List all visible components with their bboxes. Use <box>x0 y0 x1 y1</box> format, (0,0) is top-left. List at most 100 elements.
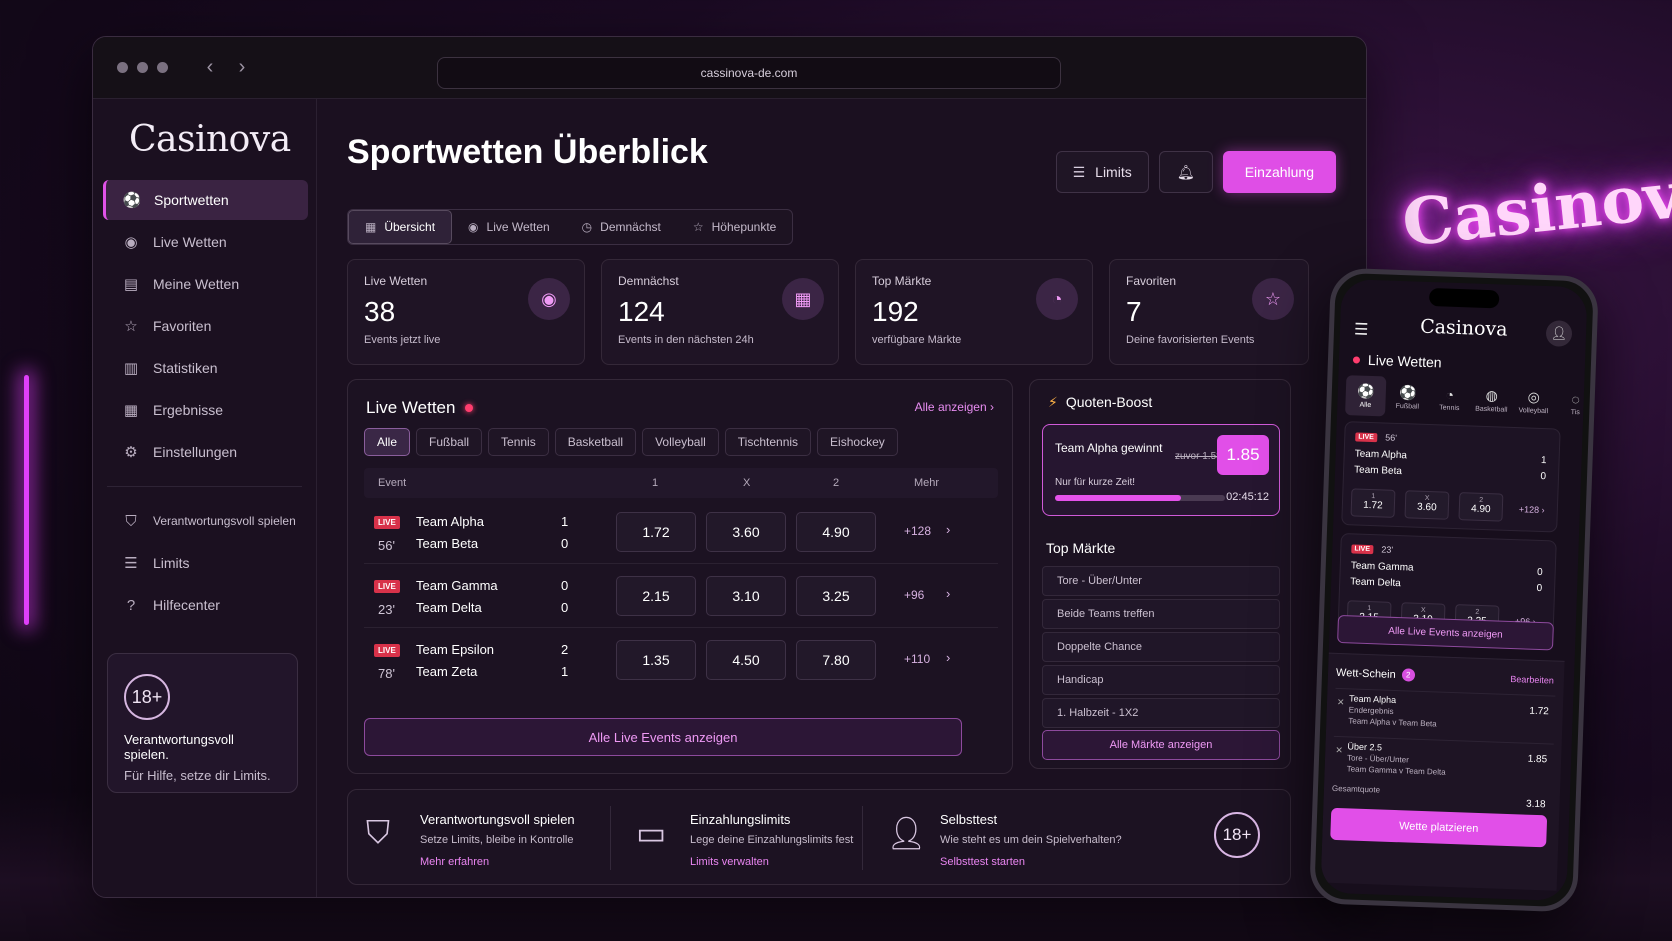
sidebar-item-verantwortungsvoll[interactable]: ⛉ Verantwortungsvoll spielen <box>103 501 308 541</box>
home-team: Team Alpha <box>1354 448 1408 462</box>
odd-button-2[interactable]: 7.80 <box>796 640 876 680</box>
bet-market: Tore - Über/Unter <box>1346 753 1409 765</box>
odd-button-x[interactable]: 3.10 <box>706 576 786 616</box>
edit-bet-slip-link[interactable]: Bearbeiten <box>1510 674 1554 686</box>
place-bet-button[interactable]: Wette platzieren <box>1330 807 1548 848</box>
window-dot[interactable] <box>157 62 168 73</box>
more-markets-link[interactable]: +96 <box>904 588 924 602</box>
more-markets-link[interactable]: +110 <box>904 652 930 666</box>
sport-label: Fußball <box>1395 402 1420 411</box>
odds-boost-card[interactable]: Team Alpha gewinnt zuvor 1.58 1.85 Nur f… <box>1042 424 1280 516</box>
chevron-right-icon[interactable]: › <box>946 650 950 665</box>
phone-sport-fussball[interactable]: ⚽ Fußball <box>1387 377 1428 418</box>
home-score: 1 <box>1540 454 1547 467</box>
sidebar-item-ergebnisse[interactable]: ▦ Ergebnisse <box>103 390 308 430</box>
footer-link-limits[interactable]: Limits verwalten <box>690 856 769 868</box>
more-markets-link[interactable]: +128 › <box>1519 504 1545 515</box>
table-row[interactable]: LIVE 56' Team Alpha Team Beta 1 0 1.72 3… <box>364 500 998 564</box>
table-row[interactable]: LIVE 78' Team Epsilon Team Zeta 2 1 1.35… <box>364 628 998 692</box>
home-score: 2 <box>561 642 569 657</box>
footer-link-selftest[interactable]: Selbsttest starten <box>940 856 1025 868</box>
phone-sport-alle[interactable]: ⚽ Alle <box>1345 375 1387 417</box>
boost-old-odd: zuvor 1.58 <box>1175 451 1222 462</box>
footer-item-deposit-limits: ▭ Einzahlungslimits Lege deine Einzahlun… <box>618 790 858 886</box>
back-icon[interactable]: ‹ <box>203 56 217 79</box>
odd-button-x[interactable]: 4.50 <box>706 640 786 680</box>
phone-sport-basketball[interactable]: ◍ Basketball <box>1471 380 1512 421</box>
odd-button-1[interactable]: 1 1.72 <box>1350 488 1396 518</box>
odd-button-2[interactable]: 4.90 <box>796 512 876 552</box>
phone-sport-volleyball[interactable]: ◎ Volleyball <box>1513 381 1554 422</box>
main-content: Sportwetten Überblick ☰ Limits 🔔︎ Einzah… <box>317 99 1366 897</box>
home-score: 1 <box>561 514 569 529</box>
filter-chip-eishockey[interactable]: Eishockey <box>817 428 898 456</box>
odd-button-2[interactable]: 2 4.90 <box>1458 492 1504 522</box>
tab-uebersicht[interactable]: ▦ Übersicht <box>348 210 453 244</box>
forward-icon[interactable]: › <box>235 56 249 79</box>
odd-button-x[interactable]: 3.60 <box>706 512 786 552</box>
address-bar[interactable]: cassinova-de.com <box>437 57 1061 89</box>
window-dot[interactable] <box>117 62 128 73</box>
sidebar-item-sportwetten[interactable]: ⚽ Sportwetten <box>103 180 308 220</box>
remove-bet-icon[interactable]: ✕ <box>1337 697 1345 708</box>
filter-chip-basketball[interactable]: Basketball <box>554 428 637 456</box>
sidebar-item-favoriten[interactable]: ☆ Favoriten <box>103 306 308 346</box>
market-item[interactable]: Handicap <box>1042 665 1280 695</box>
tab-demnaechst[interactable]: ◷ Demnächst <box>566 210 677 244</box>
filter-chip-tennis[interactable]: Tennis <box>488 428 549 456</box>
all-markets-button[interactable]: Alle Märkte anzeigen <box>1042 730 1280 760</box>
odd-button-1[interactable]: 1.35 <box>616 640 696 680</box>
bet-selection: Team Alpha <box>1348 693 1397 706</box>
market-item[interactable]: 1. Halbzeit - 1X2 <box>1042 698 1280 728</box>
limits-button[interactable]: ☰ Limits <box>1055 151 1149 193</box>
odd-button-1[interactable]: 2.15 <box>616 576 696 616</box>
more-markets-link[interactable]: +128 <box>904 524 931 538</box>
column-x: X <box>743 477 751 489</box>
sidebar-item-hilfecenter[interactable]: ? Hilfecenter <box>103 585 308 625</box>
remove-bet-icon[interactable]: ✕ <box>1335 745 1343 756</box>
table-row[interactable]: LIVE 23' Team Gamma Team Delta 0 0 2.15 … <box>364 564 998 628</box>
market-item[interactable]: Beide Teams treffen <box>1042 599 1280 629</box>
phone-sport-more[interactable]: ◌ Tis <box>1555 382 1588 423</box>
phone-sport-tennis[interactable]: ◔ Tennis <box>1429 378 1470 419</box>
phone-event-card[interactable]: LIVE 56' Team Alpha Team Beta 1 0 1 1.72 … <box>1341 421 1561 533</box>
bet-selection: Über 2.5 <box>1347 741 1383 753</box>
stat-card-live[interactable]: Live Wetten 38 Events jetzt live ◉ <box>347 259 585 365</box>
hamburger-menu-icon[interactable]: ☰ <box>1354 319 1369 339</box>
tab-live-wetten[interactable]: ◉ Live Wetten <box>452 210 566 244</box>
market-item[interactable]: Tore - Über/Unter <box>1042 566 1280 596</box>
logo[interactable]: Casinova <box>93 119 316 160</box>
sidebar-item-einstellungen[interactable]: ⚙ Einstellungen <box>103 432 308 472</box>
stat-card-favorites[interactable]: Favoriten 7 Deine favorisierten Events ☆ <box>1109 259 1309 365</box>
stat-card-upcoming[interactable]: Demnächst 124 Events in den nächsten 24h… <box>601 259 839 365</box>
filter-chip-volleyball[interactable]: Volleyball <box>642 428 719 456</box>
boost-odd-button[interactable]: 1.85 <box>1217 435 1269 475</box>
notifications-button[interactable]: 🔔︎ <box>1158 151 1213 193</box>
odd-button-1[interactable]: 1.72 <box>616 512 696 552</box>
sidebar-item-meine-wetten[interactable]: ▤ Meine Wetten <box>103 264 308 304</box>
browser-chrome: ‹ › cassinova-de.com <box>93 37 1366 99</box>
stat-card-markets[interactable]: Top Märkte 192 verfügbare Märkte ◔ <box>855 259 1093 365</box>
tennis-icon: ◔ <box>1445 386 1455 403</box>
odd-button-2[interactable]: 3.25 <box>796 576 876 616</box>
tab-hoehepunkte[interactable]: ☆ Höhepunkte <box>677 210 792 244</box>
user-avatar-icon[interactable]: 👤︎ <box>1545 320 1573 347</box>
phone-logo[interactable]: Casinova <box>1420 316 1508 341</box>
filter-chip-tischtennis[interactable]: Tischtennis <box>724 428 812 456</box>
deposit-button[interactable]: Einzahlung <box>1222 151 1336 193</box>
filter-chip-fussball[interactable]: Fußball <box>416 428 483 456</box>
sidebar-item-live-wetten[interactable]: ◉ Live Wetten <box>103 222 308 262</box>
chevron-right-icon[interactable]: › <box>946 522 950 537</box>
away-score: 1 <box>561 664 569 679</box>
all-live-events-button[interactable]: Alle Live Events anzeigen <box>364 718 962 756</box>
sidebar-item-limits[interactable]: ☰ Limits <box>103 543 308 583</box>
bet-count-badge: 2 <box>1401 668 1415 682</box>
see-all-link[interactable]: Alle anzeigen › <box>915 400 994 414</box>
sidebar-item-statistiken[interactable]: ▥ Statistiken <box>103 348 308 388</box>
window-dot[interactable] <box>137 62 148 73</box>
chevron-right-icon[interactable]: › <box>946 586 950 601</box>
market-item[interactable]: Doppelte Chance <box>1042 632 1280 662</box>
odd-button-x[interactable]: X 3.60 <box>1404 490 1450 520</box>
footer-link-more[interactable]: Mehr erfahren <box>420 856 489 868</box>
filter-chip-alle[interactable]: Alle <box>364 428 411 456</box>
